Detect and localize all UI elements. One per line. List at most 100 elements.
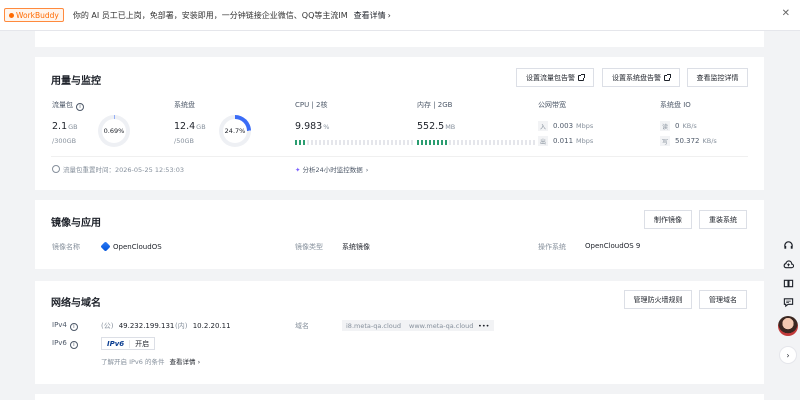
usage-bar-segment [335, 140, 337, 145]
usage-bar-segment [425, 140, 427, 145]
ipv6-logo-icon: IPv6 [102, 339, 131, 348]
cloud-upload-icon[interactable] [782, 258, 794, 270]
reinstall-button[interactable]: 重装系统 [699, 210, 747, 229]
usage-bar-segment [379, 140, 381, 145]
private-ip[interactable]: (内) 10.2.20.11 [175, 321, 231, 331]
memory-usage-bar [417, 140, 535, 145]
usage-bar-segment [383, 140, 385, 145]
chat-icon[interactable] [782, 296, 794, 308]
usage-bar-segment [497, 140, 499, 145]
disk-value: 12.4GB [174, 121, 206, 132]
os-value: OpenCloudOS 9 [585, 242, 641, 250]
traffic-reset-time: 流量包重置时间：2026-05-25 12:53:03 [52, 164, 184, 174]
usage-bar-segment [359, 140, 361, 145]
outbound-icon: 出 [538, 136, 548, 146]
notice-link[interactable]: 查看详情 › [354, 10, 391, 21]
usage-bar-segment [347, 140, 349, 145]
domain-tag[interactable]: i8.meta-qa.cloud [342, 320, 405, 331]
traffic-unit: GB [68, 123, 78, 131]
more-domains-button[interactable]: ••• [474, 320, 494, 331]
inbound-icon: 入 [538, 121, 548, 131]
manage-domain-button[interactable]: 管理域名 [699, 290, 747, 309]
disk-alert-label: 设置系统盘告警 [612, 73, 661, 82]
disk-write-row: 写 50.372 KB/s [660, 136, 717, 146]
bandwidth-out-value: 0.011 [553, 137, 574, 145]
bandwidth-label: 公网带宽 [538, 101, 566, 109]
image-type-value: 系统镜像 [342, 243, 370, 251]
image-type-label: 镜像类型 [295, 243, 323, 251]
usage-bar-segment [403, 140, 405, 145]
ipv6-hint-text: 了解开启 IPv6 的条件 [101, 358, 165, 366]
usage-bar-segment [433, 140, 435, 145]
disk-io-label: 系统盘 IO [660, 101, 691, 109]
usage-bar-segment [469, 140, 471, 145]
ipv6-detail-link[interactable]: 查看详情 › [170, 358, 201, 366]
usage-bar-segment [411, 140, 413, 145]
memory-label: 内存 | 2GB [417, 101, 453, 109]
traffic-alert-button[interactable]: 设置流量包告警 [516, 68, 594, 87]
disk-write-value: 50.372 [675, 137, 700, 145]
ipv6-hint: 了解开启 IPv6 的条件 查看详情 › [101, 356, 200, 366]
private-ip-value: 10.2.20.11 [192, 322, 231, 330]
usage-bar-segment [485, 140, 487, 145]
write-icon: 写 [660, 136, 670, 146]
analyze-text: 分析24小时监控数据 [302, 166, 363, 174]
usage-bar-segment [371, 140, 373, 145]
external-link-icon [578, 73, 585, 81]
headset-icon[interactable] [782, 239, 794, 251]
usage-bar-segment [299, 140, 301, 145]
disk-alert-button[interactable]: 设置系统盘告警 [602, 68, 680, 87]
usage-bar-segment [461, 140, 463, 145]
public-ip[interactable]: (公) 49.232.199.131 [101, 321, 174, 331]
firewall-button[interactable]: 管理防火墙规则 [624, 290, 692, 309]
disk-percent: 24.7% [224, 127, 246, 135]
read-icon: 读 [660, 121, 670, 131]
make-image-button[interactable]: 制作镜像 [644, 210, 692, 229]
info-icon[interactable]: i [76, 103, 84, 111]
usage-bar-segment [421, 140, 423, 145]
traffic-value: 2.1GB [52, 121, 78, 132]
disk-read-value: 0 [675, 122, 680, 130]
info-icon[interactable]: i [69, 323, 78, 331]
ipv6-status: 开启 [135, 339, 150, 348]
usage-bar-segment [445, 140, 447, 145]
disk-label: 系统盘 [174, 101, 195, 109]
bandwidth-in-row: 入 0.003 Mbps [538, 121, 593, 131]
workbuddy-label: WorkBuddy [16, 10, 59, 20]
usage-bar-segment [307, 140, 309, 145]
cpu-value-number: 9.983 [295, 121, 323, 132]
info-icon[interactable]: i [69, 341, 78, 349]
traffic-value-number: 2.1 [52, 121, 68, 132]
ipv6-label: IPv6 i [52, 339, 78, 349]
usage-bar-segment [477, 140, 479, 145]
close-icon[interactable]: ✕ [782, 8, 790, 19]
usage-bar-segment [457, 140, 459, 145]
usage-bar-segment [323, 140, 325, 145]
chevron-right-icon[interactable]: › [779, 346, 797, 364]
sparkle-icon: ✦ [295, 166, 301, 174]
analyze-monitor-link[interactable]: ✦ 分析24小时监控数据 › [295, 164, 368, 174]
usage-bar-segment [449, 140, 451, 145]
workbuddy-badge[interactable]: WorkBuddy [4, 8, 64, 22]
image-title: 镜像与应用 [51, 218, 101, 229]
ipv6-detail-text: 查看详情 [169, 358, 196, 366]
cpu-value: 9.983% [295, 121, 329, 132]
assistant-avatar[interactable] [778, 316, 798, 336]
reset-time-text: 流量包重置时间：2026-05-25 12:53:03 [63, 166, 185, 174]
traffic-total: /300GB [52, 137, 77, 145]
next-card [35, 394, 764, 400]
usage-title: 用量与监控 [51, 76, 101, 87]
book-icon[interactable] [782, 277, 794, 289]
ipv6-toggle[interactable]: IPv6 开启 [101, 337, 156, 350]
usage-bar-segment [339, 140, 341, 145]
image-name-label: 镜像名称 [52, 243, 80, 251]
bandwidth-in-unit: Mbps [576, 122, 594, 130]
disk-unit: GB [196, 123, 206, 131]
disk-total: /50GB [174, 137, 194, 145]
monitor-detail-button[interactable]: 查看监控详情 [687, 68, 748, 87]
usage-bar-segment [453, 140, 455, 145]
usage-bar-segment [319, 140, 321, 145]
traffic-percent: 0.69% [103, 127, 125, 135]
domain-tag[interactable]: www.meta-qa.cloud [405, 320, 478, 331]
memory-value-number: 552.5 [417, 121, 445, 132]
